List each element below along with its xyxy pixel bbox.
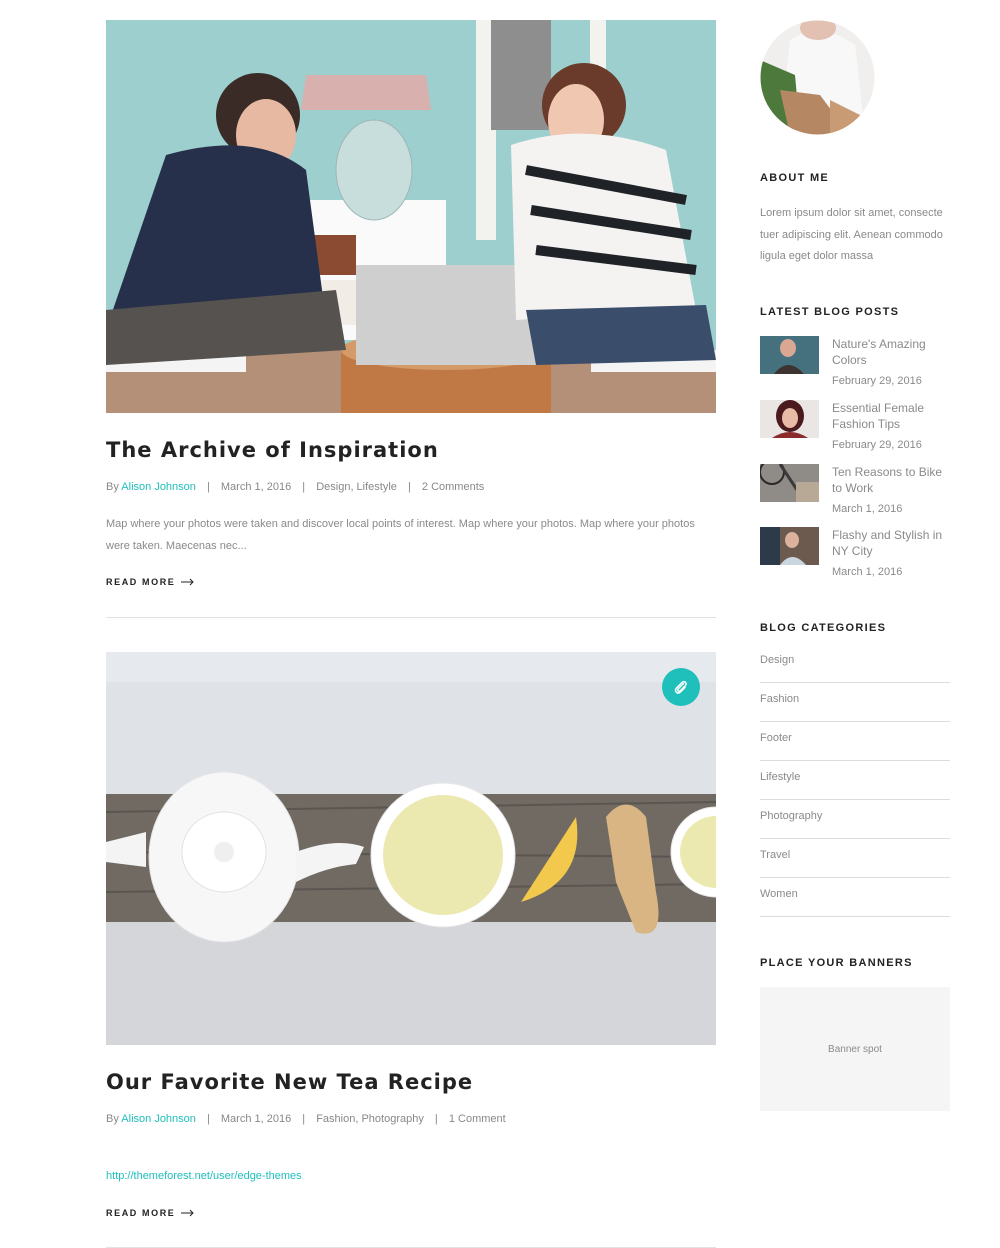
- category-label: Footer: [760, 732, 792, 744]
- post-featured-image[interactable]: [106, 20, 716, 413]
- latest-post-thumbnail[interactable]: [760, 464, 819, 502]
- post-excerpt: Map where your photos were taken and dis…: [106, 518, 695, 552]
- post-date[interactable]: March 1, 2016: [221, 1113, 291, 1125]
- post-divider: [106, 617, 716, 618]
- latest-post-thumbnail[interactable]: [760, 527, 819, 565]
- read-more-link[interactable]: READ MORE: [106, 1208, 195, 1218]
- latest-post-item[interactable]: Essential Female Fashion Tips February 2…: [760, 400, 950, 451]
- meta-separator: |: [434, 1113, 438, 1125]
- about-me-title: ABOUT ME: [760, 172, 830, 184]
- category-item-design[interactable]: Design: [760, 644, 950, 683]
- post-link-url[interactable]: http://themeforest.net/user/edge-themes: [106, 1170, 302, 1182]
- latest-post-date: March 1, 2016: [832, 566, 903, 578]
- blog-post: Our Favorite New Tea Recipe By Alison Jo…: [106, 652, 716, 1248]
- latest-post-thumbnail[interactable]: [760, 400, 819, 438]
- meta-separator: |: [407, 481, 411, 493]
- latest-post-date: February 29, 2016: [832, 375, 922, 387]
- meta-separator: |: [302, 1113, 306, 1125]
- blog-post: The Archive of Inspiration By Alison Joh…: [106, 20, 716, 618]
- category-label: Women: [760, 888, 798, 900]
- category-item-fashion[interactable]: Fashion: [760, 683, 950, 722]
- post-meta: By Alison Johnson | March 1, 2016 | Fash…: [106, 1113, 506, 1125]
- meta-separator: |: [206, 1113, 210, 1125]
- latest-post-date: March 1, 2016: [832, 503, 903, 515]
- category-label: Design: [760, 654, 795, 666]
- post-author-prefix: By: [106, 481, 119, 493]
- post-comments-link[interactable]: 2 Comments: [422, 481, 484, 493]
- latest-post-date: February 29, 2016: [832, 439, 922, 451]
- post-title[interactable]: The Archive of Inspiration: [106, 438, 439, 462]
- category-item-women[interactable]: Women: [760, 878, 950, 917]
- latest-post-title[interactable]: Ten Reasons to Bike to Work: [832, 464, 950, 496]
- latest-post-item[interactable]: Flashy and Stylish in NY City March 1, 2…: [760, 527, 950, 578]
- post-meta: By Alison Johnson | March 1, 2016 | Desi…: [106, 481, 484, 493]
- post-author-link[interactable]: Alison Johnson: [121, 1113, 196, 1125]
- category-label: Lifestyle: [760, 771, 801, 783]
- arrow-right-icon: [181, 1209, 195, 1217]
- latest-post-title[interactable]: Flashy and Stylish in NY City: [832, 527, 950, 559]
- paperclip-icon: [674, 680, 687, 694]
- category-item-lifestyle[interactable]: Lifestyle: [760, 761, 950, 800]
- latest-post-item[interactable]: Nature's Amazing Colors February 29, 201…: [760, 336, 950, 387]
- meta-separator: |: [206, 481, 210, 493]
- category-label: Travel: [760, 849, 791, 861]
- latest-post-item[interactable]: Ten Reasons to Bike to Work March 1, 201…: [760, 464, 950, 515]
- post-categories[interactable]: Design, Lifestyle: [316, 481, 397, 493]
- arrow-right-icon: [181, 578, 195, 586]
- category-item-photography[interactable]: Photography: [760, 800, 950, 839]
- latest-post-thumbnail[interactable]: [760, 336, 819, 374]
- category-label: Photography: [760, 810, 823, 822]
- about-me-text: Lorem ipsum dolor sit amet, consectetuer…: [760, 207, 943, 262]
- latest-post-title[interactable]: Essential Female Fashion Tips: [832, 400, 950, 432]
- latest-posts-title: LATEST BLOG POSTS: [760, 306, 900, 318]
- category-item-footer[interactable]: Footer: [760, 722, 950, 761]
- about-avatar: [760, 20, 875, 135]
- post-categories[interactable]: Fashion, Photography: [316, 1113, 424, 1125]
- post-author-link[interactable]: Alison Johnson: [121, 481, 196, 493]
- post-title[interactable]: Our Favorite New Tea Recipe: [106, 1070, 473, 1094]
- post-date[interactable]: March 1, 2016: [221, 481, 291, 493]
- read-more-link[interactable]: READ MORE: [106, 577, 195, 587]
- category-label: Fashion: [760, 693, 800, 705]
- post-format-badge[interactable]: [662, 668, 700, 706]
- banner-spot[interactable]: Banner spot: [760, 987, 950, 1111]
- banners-title: PLACE YOUR BANNERS: [760, 957, 913, 969]
- read-more-label: READ MORE: [106, 1208, 176, 1218]
- post-author-prefix: By: [106, 1113, 119, 1125]
- latest-post-title[interactable]: Nature's Amazing Colors: [832, 336, 950, 368]
- read-more-label: READ MORE: [106, 577, 176, 587]
- post-comments-link[interactable]: 1 Comment: [449, 1113, 506, 1125]
- meta-separator: |: [302, 481, 306, 493]
- banner-spot-label: Banner spot: [828, 1043, 882, 1055]
- post-featured-image[interactable]: [106, 652, 716, 1045]
- blog-categories-title: BLOG CATEGORIES: [760, 622, 887, 634]
- category-item-travel[interactable]: Travel: [760, 839, 950, 878]
